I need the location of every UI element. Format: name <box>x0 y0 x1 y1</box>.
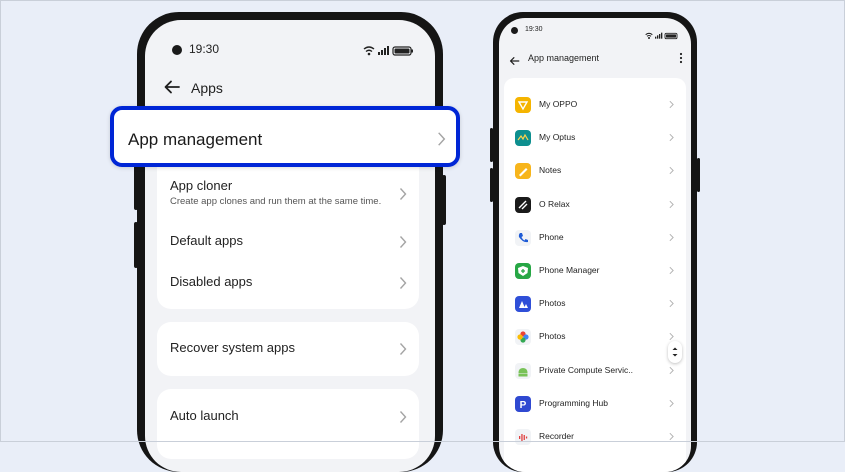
chevron-right-icon <box>399 411 407 423</box>
status-icons <box>363 44 417 62</box>
signal-icon <box>378 46 389 55</box>
scroll-handle[interactable] <box>668 341 682 363</box>
item-label: Recover system apps <box>170 340 295 355</box>
wifi-icon <box>363 46 375 56</box>
phone-manager-icon <box>515 263 531 279</box>
app-list-item[interactable]: Notes <box>504 155 686 188</box>
app-cloner-item[interactable]: App cloner Create app clones and run the… <box>170 178 407 212</box>
chevron-right-icon <box>399 236 407 248</box>
app-name: Private Compute Servic.. <box>539 364 634 375</box>
auto-launch-item[interactable]: Auto launch <box>170 408 407 428</box>
front-camera <box>172 45 182 55</box>
chevron-right-icon <box>669 399 674 407</box>
svg-text:P: P <box>520 400 527 411</box>
item-label: Disabled apps <box>170 274 253 289</box>
page-title: Apps <box>191 80 223 96</box>
google-photos-icon <box>515 329 531 346</box>
chevron-right-icon <box>399 188 407 200</box>
page-title: App management <box>528 53 600 63</box>
disabled-apps-item[interactable]: Disabled apps <box>170 274 407 294</box>
app-name: Photos <box>539 298 566 309</box>
status-time: 19:30 <box>525 26 543 33</box>
status-bar: 19:30 <box>145 40 435 60</box>
app-name: My OPPO <box>539 99 578 109</box>
app-name: Photos <box>539 331 566 342</box>
android-icon <box>515 362 531 379</box>
chevron-right-icon <box>669 300 674 308</box>
right-phone: 19:30 App management My OPPO My Optus No… <box>493 12 697 472</box>
app-name: Recorder <box>539 431 574 441</box>
app-list-item[interactable]: Private Compute Servic.. <box>504 355 686 388</box>
battery-icon <box>392 46 413 56</box>
item-label: App cloner <box>170 178 233 193</box>
more-options-icon[interactable] <box>679 52 683 64</box>
default-apps-item[interactable]: Default apps <box>170 233 407 253</box>
app-bar: Apps <box>145 78 435 108</box>
phone-icon <box>515 229 531 246</box>
left-phone-screen: 19:30 Apps App cloner Create app clones … <box>145 20 435 472</box>
app-list: My OPPO My Optus Notes O Relax Phone Phone Ma… <box>504 78 686 472</box>
chevron-right-icon <box>399 277 407 289</box>
signal-icon <box>655 32 663 39</box>
app-name: Phone Manager <box>539 265 600 275</box>
my-oppo-icon <box>515 97 531 113</box>
recover-group: Recover system apps <box>157 322 419 376</box>
chevron-right-icon <box>669 200 674 208</box>
app-list-item[interactable]: Phone <box>504 222 686 255</box>
o-relax-icon <box>515 196 531 213</box>
app-name: Programming Hub <box>539 397 608 408</box>
app-list-item[interactable]: O Relax <box>504 189 686 222</box>
front-camera <box>511 27 518 34</box>
notes-icon <box>515 163 531 180</box>
chevron-right-icon <box>399 343 407 355</box>
back-arrow-icon[interactable] <box>509 53 520 71</box>
chevron-right-icon <box>669 266 674 275</box>
app-name: My Optus <box>539 132 576 143</box>
chevron-right-icon <box>669 233 674 241</box>
right-phone-power-button <box>697 158 700 192</box>
app-name: Notes <box>539 165 562 176</box>
app-list-item[interactable]: Photos <box>504 288 686 321</box>
app-list-item[interactable]: My OPPO <box>504 89 686 122</box>
chevron-right-icon <box>669 134 674 142</box>
photos-oppo-icon <box>515 296 531 313</box>
programming-hub-icon: P <box>515 395 531 412</box>
item-description: Create app clones and run them at the sa… <box>170 196 382 207</box>
left-phone: 19:30 Apps App cloner Create app clones … <box>137 12 443 472</box>
scroll-arrows-icon <box>672 347 678 357</box>
wifi-icon <box>645 32 653 39</box>
app-list-item[interactable]: My Optus <box>504 122 686 155</box>
back-arrow-icon[interactable] <box>163 78 185 100</box>
battery-icon <box>664 32 678 40</box>
recorder-icon <box>515 429 531 445</box>
status-time: 19:30 <box>189 42 220 56</box>
item-label: Auto launch <box>170 408 239 423</box>
recover-system-apps-item[interactable]: Recover system apps <box>170 340 407 360</box>
app-list-item[interactable]: P Programming Hub <box>504 388 686 421</box>
item-label: Default apps <box>170 233 243 248</box>
right-phone-screen: 19:30 App management My OPPO My Optus No… <box>499 18 691 472</box>
auto-launch-group: Auto launch <box>157 389 419 459</box>
app-bar: App management <box>499 51 691 67</box>
chevron-right-icon <box>669 432 674 441</box>
chevron-right-icon <box>669 100 674 109</box>
status-icons <box>645 27 681 45</box>
app-management-item-highlighted[interactable]: App management <box>110 106 460 167</box>
my-optus-icon <box>515 130 531 147</box>
chevron-right-icon <box>438 132 446 146</box>
item-label: App management <box>128 130 263 149</box>
chevron-right-icon <box>669 167 674 175</box>
app-list-item[interactable]: Recorder <box>504 421 686 454</box>
app-list-item[interactable]: Photos <box>504 321 686 354</box>
app-name: Phone <box>539 231 564 242</box>
app-name: O Relax <box>539 198 570 209</box>
status-bar: 19:30 <box>499 25 691 40</box>
chevron-right-icon <box>669 366 674 374</box>
app-list-item[interactable]: Phone Manager <box>504 255 686 288</box>
